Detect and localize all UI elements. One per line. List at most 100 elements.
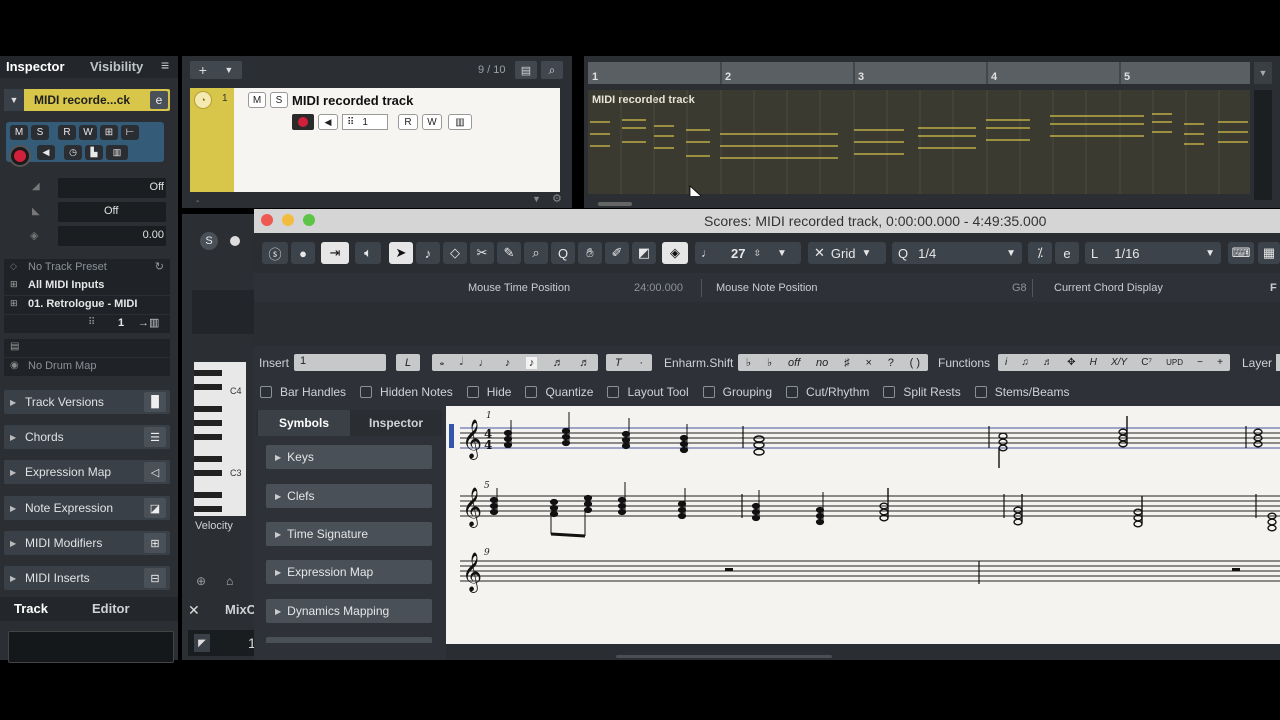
glue-icon[interactable]: ✎ [497, 242, 521, 264]
checkbox[interactable] [360, 386, 373, 398]
quantize-dropdown[interactable]: Q 1/4 ▼ [892, 242, 1022, 264]
pencil-icon[interactable]: ✐ [605, 242, 629, 264]
search-icon[interactable]: ⌕ [541, 61, 563, 79]
track-write-button[interactable]: W [422, 114, 442, 130]
transport-field[interactable]: ◤ 1 [188, 630, 258, 656]
checkbox[interactable] [883, 386, 896, 398]
checkbox[interactable] [525, 386, 538, 398]
object-select-icon[interactable]: ➤ [389, 242, 413, 264]
group-icon[interactable]: ♫ [1021, 357, 1029, 368]
list-view-icon[interactable]: ▤ [515, 61, 537, 79]
sharp-icon[interactable]: ♯ [844, 357, 850, 369]
track-read-button[interactable]: R [398, 114, 418, 130]
checkbox[interactable] [786, 386, 799, 398]
layer-buttons[interactable] [1276, 354, 1280, 371]
zoom-icon[interactable]: ⌕ [524, 242, 548, 264]
zoom-window-button[interactable] [303, 214, 315, 226]
enharm-off-button[interactable]: off [788, 357, 800, 369]
layers-icon[interactable]: ◈ [662, 242, 688, 264]
keyboard-icon[interactable]: ⌨︎ [1228, 242, 1254, 264]
l-button[interactable]: L [396, 354, 420, 371]
edit-button[interactable]: ⊞ [100, 125, 118, 140]
double-sharp-icon[interactable]: × [865, 357, 871, 369]
update-icon[interactable]: UPD [1166, 358, 1183, 367]
erase-icon[interactable]: ◇ [443, 242, 467, 264]
color-icon[interactable]: ◩ [632, 242, 656, 264]
layout-tool-option[interactable]: Layout Tool [607, 385, 689, 399]
hide-option[interactable]: Hide [466, 385, 511, 399]
write-button[interactable]: W [79, 125, 97, 140]
symbol-section-clefs[interactable]: ▶ Clefs [266, 484, 432, 508]
magnify-icon[interactable]: Q [551, 242, 575, 264]
section-track-versions[interactable]: ▶ Track Versions ▐▌ [4, 390, 170, 414]
autoscroll-icon[interactable]: ⇥ [321, 242, 349, 264]
draw-note-icon[interactable]: ♪ [416, 242, 440, 264]
drum-map-field[interactable]: ◉ No Drum Map [4, 358, 170, 376]
grid-dropdown[interactable]: ✕ Grid ▼ [808, 242, 886, 264]
add-track-button[interactable]: + ▼ [190, 61, 242, 79]
scroll-thumb[interactable] [616, 655, 832, 658]
minus-icon[interactable]: − [1197, 357, 1203, 368]
note-expression-icon[interactable]: ◪ [144, 498, 166, 518]
double-flat-icon[interactable]: ♭ [746, 356, 751, 369]
close-window-button[interactable] [261, 214, 273, 226]
section-note-expression[interactable]: ▶ Note Expression ◪ [4, 496, 170, 520]
minimize-window-button[interactable] [282, 214, 294, 226]
gear-icon[interactable]: ⚙ [552, 192, 562, 205]
info-icon[interactable]: i [1005, 357, 1007, 368]
tab-track[interactable]: Track [14, 601, 48, 616]
freeze-button[interactable]: ⊢ [121, 125, 139, 140]
minus-icon[interactable]: - [196, 196, 199, 207]
symbol-section-dynamics-mapping[interactable]: ▶ Dynamics Mapping [266, 599, 432, 623]
beam-icon[interactable]: ♬ [1043, 357, 1053, 368]
program-field[interactable]: ▤ [4, 339, 170, 357]
track-lanes-icon[interactable]: ▥ [448, 114, 472, 130]
inspector-track-header[interactable]: ▼ MIDI recorde...ck e [4, 89, 170, 111]
whole-note-icon[interactable]: 𝅝 [440, 356, 444, 369]
dot-icon[interactable]: · [639, 357, 643, 369]
eighth-note-icon[interactable]: ♪ [505, 357, 511, 369]
add-lane-icon[interactable]: ⊕ [196, 574, 206, 588]
quarter-note-icon[interactable]: ♩ [478, 357, 489, 369]
brackets-icon[interactable]: ( ) [910, 357, 920, 369]
quantize-option[interactable]: Quantize [525, 385, 593, 399]
tab-visibility[interactable]: Visibility [90, 59, 143, 74]
midi-channel-value[interactable]: 1 [118, 317, 124, 329]
section-midi-modifiers[interactable]: ▶ MIDI Modifiers ⊞ [4, 531, 170, 555]
close-icon[interactable]: ✕ [188, 602, 200, 619]
track-channel-field[interactable]: ⠿ 1 [342, 114, 388, 130]
track-row[interactable]: ◔ 1 M S MIDI recorded track ◀ ⠿ 1 R W ▥ [190, 88, 560, 192]
edit-icon[interactable]: e [1055, 242, 1079, 264]
folder-icon[interactable]: ⌂ [226, 574, 233, 588]
enharm-no-button[interactable]: no [816, 357, 828, 369]
flip-icon[interactable]: X/Y [1111, 357, 1127, 368]
lanes-icon[interactable]: ▥ [106, 145, 128, 160]
volume-fader[interactable]: Off [58, 178, 166, 198]
symbol-section-time-signature[interactable]: ▶ Time Signature [266, 522, 432, 546]
sixtyfourth-note-icon[interactable]: ♬ [579, 357, 590, 369]
split-icon[interactable]: ✂ [470, 242, 494, 264]
triplet-icon[interactable]: T [615, 357, 622, 369]
menu-icon[interactable]: ≡ [161, 57, 169, 73]
read-button[interactable]: R [58, 125, 76, 140]
track-solo-button[interactable]: S [270, 92, 288, 108]
flat-icon[interactable]: ♭ [767, 356, 772, 369]
record-dot-icon[interactable]: ● [291, 242, 315, 264]
score-scrollbar[interactable] [446, 644, 1280, 660]
hide-icon[interactable]: H [1090, 357, 1097, 368]
length-dropdown[interactable]: L 1/16 ▼ [1085, 242, 1221, 264]
lock-icon[interactable]: ▙ [85, 145, 103, 160]
insert-voice-field[interactable]: 1 [294, 354, 386, 371]
inserts-icon[interactable]: ⊟ [144, 568, 166, 588]
tempo-field[interactable]: ♩ 27 ⇳ ▼ [695, 242, 801, 264]
quantize-settings-icon[interactable]: ⁒ [1028, 242, 1052, 264]
instrument-icon[interactable]: →▥ [138, 316, 159, 329]
expression-map-icon[interactable]: ◁ [144, 462, 166, 482]
bar-handles-option[interactable]: Bar Handles [260, 385, 346, 399]
sixteenth-note-icon[interactable]: ♪ [525, 356, 538, 369]
pan-fader[interactable]: Off [58, 202, 166, 222]
checkbox[interactable] [702, 386, 715, 398]
checkbox[interactable] [466, 386, 479, 398]
symbol-section-expression-map[interactable]: ▶ Expression Map [266, 560, 432, 584]
horizontal-scrollbar[interactable] [598, 202, 632, 206]
